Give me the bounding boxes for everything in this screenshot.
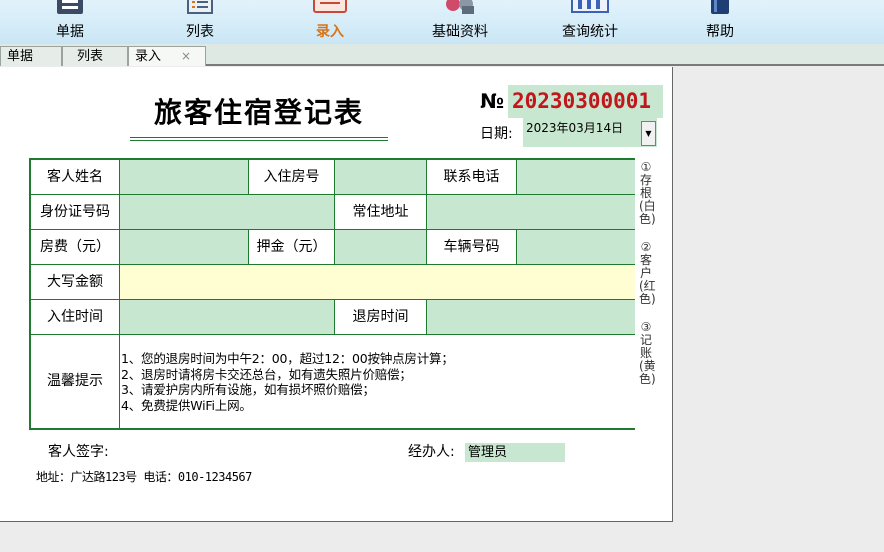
number-sign: № <box>480 89 505 113</box>
toolbar-document-button[interactable]: 单据 <box>30 0 110 44</box>
handler-field[interactable]: 管理员 <box>465 443 565 462</box>
phone-label: 联系电话 <box>427 160 517 195</box>
tips-label: 温馨提示 <box>31 335 120 428</box>
checkout-time-label: 退房时间 <box>335 300 427 335</box>
toolbar-help-label: 帮助 <box>706 24 734 40</box>
tab-document-label: 单据 <box>7 49 34 64</box>
id-no-label: 身份证号码 <box>31 195 120 230</box>
tab-entry-label: 录入 <box>135 49 162 64</box>
toolbar-list-label: 列表 <box>186 24 214 40</box>
date-value: 2023年03月14日 <box>526 121 624 135</box>
close-icon[interactable]: × <box>181 47 191 66</box>
form-number: 20230300001 <box>508 85 663 118</box>
document-icon <box>57 0 83 14</box>
toolbar-entry-button[interactable]: 录入 <box>290 0 370 44</box>
toolbar-basic-data-button[interactable]: 基础资料 <box>420 0 500 44</box>
room-no-input[interactable] <box>335 160 427 195</box>
deposit-input[interactable] <box>335 230 427 265</box>
checkin-time-label: 入住时间 <box>31 300 120 335</box>
handler-label: 经办人: <box>408 444 455 460</box>
registration-grid: 客人姓名 入住房号 联系电话 身份证号码 常住地址 房费（元） 押金（元） 车辆… <box>29 158 635 430</box>
toolbar-list-button[interactable]: 列表 <box>160 0 240 44</box>
plate-label: 车辆号码 <box>427 230 517 265</box>
toolbar-document-label: 单据 <box>56 24 84 40</box>
date-dropdown-button[interactable]: ▼ <box>641 121 656 146</box>
handler-value: 管理员 <box>468 445 508 460</box>
list-icon <box>187 0 213 14</box>
query-icon <box>571 0 609 13</box>
room-no-label: 入住房号 <box>249 160 335 195</box>
main-toolbar: 单据 列表 录入 基础资料 查询统计 帮助 <box>0 0 884 44</box>
address-input[interactable] <box>427 195 635 230</box>
guest-name-label: 客人姓名 <box>31 160 120 195</box>
phone-input[interactable] <box>517 160 635 195</box>
side-note-stub: ①存根(白色) <box>639 160 656 226</box>
tab-list[interactable]: 列表 <box>62 46 128 66</box>
entry-icon <box>313 0 347 13</box>
guest-signature-label: 客人签字: <box>48 444 109 460</box>
tab-list-label: 列表 <box>77 49 104 64</box>
users-icon <box>446 0 474 14</box>
toolbar-query-label: 查询统计 <box>562 24 618 40</box>
checkout-time-input[interactable] <box>427 300 635 335</box>
id-no-input[interactable] <box>120 195 335 230</box>
tab-document[interactable]: 单据 <box>0 46 62 66</box>
amount-caps-field <box>120 265 635 300</box>
tab-entry[interactable]: 录入 × <box>128 46 206 66</box>
date-picker[interactable]: 2023年03月14日 <box>523 115 657 147</box>
toolbar-help-button[interactable]: 帮助 <box>680 0 760 44</box>
toolbar-basic-data-label: 基础资料 <box>432 24 488 40</box>
document-tabbar: 单据 列表 录入 × <box>0 44 884 66</box>
date-label: 日期: <box>480 126 513 142</box>
plate-input[interactable] <box>517 230 635 265</box>
room-fee-label: 房费（元） <box>31 230 120 265</box>
form-title: 旅客住宿登记表 <box>153 96 364 129</box>
chevron-down-icon: ▼ <box>645 129 652 138</box>
title-underline <box>130 137 388 138</box>
toolbar-query-button[interactable]: 查询统计 <box>550 0 630 44</box>
help-book-icon <box>711 0 729 14</box>
guest-name-input[interactable] <box>120 160 249 195</box>
room-fee-input[interactable] <box>120 230 249 265</box>
deposit-label: 押金（元） <box>249 230 335 265</box>
amount-caps-label: 大写金额 <box>31 265 120 300</box>
side-note-accounting: ③记账(黄色) <box>639 320 656 386</box>
title-underline-double <box>130 140 388 141</box>
tips-text: 1、您的退房时间为中午2：00，超过12：00按钟点房计算； 2、退房时请将房卡… <box>120 335 635 428</box>
address-label: 常住地址 <box>335 195 427 230</box>
checkin-time-input[interactable] <box>120 300 335 335</box>
toolbar-entry-label: 录入 <box>316 24 344 40</box>
side-note-customer: ②客户(红色) <box>639 240 656 306</box>
footer-address: 地址：广达路123号 电话：010-1234567 <box>36 470 252 484</box>
registration-form-page: 旅客住宿登记表 № 20230300001 日期: 2023年03月14日 ▼ … <box>0 67 673 522</box>
